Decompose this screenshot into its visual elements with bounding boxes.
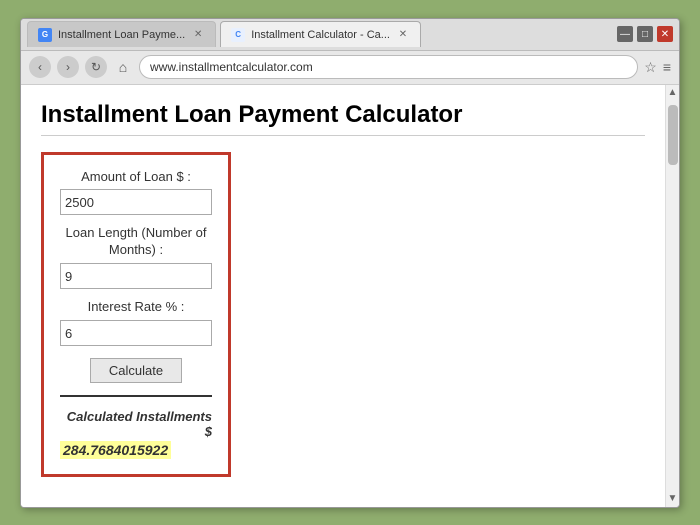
maximize-button[interactable]: □: [637, 26, 653, 42]
loan-amount-input[interactable]: [60, 189, 212, 215]
loan-length-input[interactable]: [60, 263, 212, 289]
minimize-button[interactable]: —: [617, 26, 633, 42]
page-title: Installment Loan Payment Calculator: [41, 101, 645, 136]
scroll-down-arrow[interactable]: ▼: [666, 491, 680, 507]
tab-2[interactable]: C Installment Calculator - Ca... ✕: [220, 21, 421, 47]
url-actions: ☆ ≡: [644, 59, 671, 76]
home-button[interactable]: ⌂: [113, 57, 133, 77]
scrollbar-track[interactable]: [666, 101, 679, 491]
result-section: Calculated Installments $ 284.7684015922: [60, 409, 212, 460]
address-bar: ‹ › ↻ ⌂ www.installmentcalculator.com ☆ …: [21, 51, 679, 85]
tab-2-close[interactable]: ✕: [396, 28, 410, 42]
tab-1-close[interactable]: ✕: [191, 28, 205, 42]
menu-icon[interactable]: ≡: [663, 59, 671, 75]
tab-1-favicon: G: [38, 28, 52, 42]
loan-length-label: Loan Length (Number of Months) :: [60, 225, 212, 259]
close-button[interactable]: ✕: [657, 26, 673, 42]
window-controls: — □ ✕: [617, 26, 673, 42]
browser-window: G Installment Loan Payme... ✕ C Installm…: [20, 18, 680, 508]
loan-length-group: Loan Length (Number of Months) :: [60, 225, 212, 289]
back-button[interactable]: ‹: [29, 56, 51, 78]
reload-button[interactable]: ↻: [85, 56, 107, 78]
loan-amount-label: Amount of Loan $ :: [60, 169, 212, 186]
tab-1[interactable]: G Installment Loan Payme... ✕: [27, 21, 216, 47]
loan-amount-group: Amount of Loan $ :: [60, 169, 212, 216]
scrollbar-thumb[interactable]: [668, 105, 678, 165]
tab-2-label: Installment Calculator - Ca...: [251, 29, 390, 41]
tab-2-favicon: C: [231, 28, 245, 42]
scrollbar: ▲ ▼: [665, 85, 679, 507]
page-content: Installment Loan Payment Calculator Amou…: [21, 85, 679, 507]
tab-bar: G Installment Loan Payme... ✕ C Installm…: [27, 21, 613, 47]
calculate-button[interactable]: Calculate: [90, 358, 182, 383]
url-text: www.installmentcalculator.com: [150, 60, 313, 74]
divider: [60, 395, 212, 397]
result-label: Calculated Installments $: [60, 409, 212, 439]
calculator-box: Amount of Loan $ : Loan Length (Number o…: [41, 152, 231, 478]
scroll-up-arrow[interactable]: ▲: [666, 85, 680, 101]
title-bar: G Installment Loan Payme... ✕ C Installm…: [21, 19, 679, 51]
forward-button[interactable]: ›: [57, 56, 79, 78]
interest-rate-input[interactable]: [60, 320, 212, 346]
tab-1-label: Installment Loan Payme...: [58, 29, 185, 41]
interest-rate-group: Interest Rate % :: [60, 299, 212, 346]
interest-rate-label: Interest Rate % :: [60, 299, 212, 316]
main-area: Installment Loan Payment Calculator Amou…: [21, 85, 665, 507]
star-icon[interactable]: ☆: [644, 59, 657, 76]
result-value: 284.7684015922: [60, 441, 171, 459]
url-bar[interactable]: www.installmentcalculator.com: [139, 55, 638, 79]
